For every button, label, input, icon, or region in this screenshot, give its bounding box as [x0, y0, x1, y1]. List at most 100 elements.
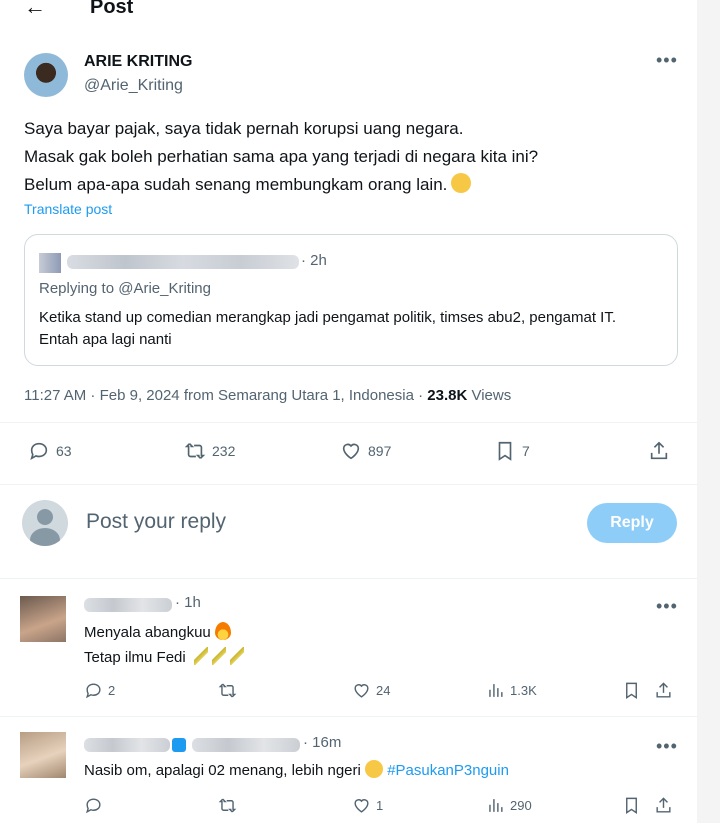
commenter-name-blurred[interactable]	[84, 598, 172, 612]
quoted-author-avatar	[39, 253, 61, 273]
repost-icon	[218, 683, 237, 698]
comment-bookmark-button[interactable]	[622, 681, 641, 700]
quoted-replying-to: Replying to @Arie_Kriting	[39, 280, 211, 297]
comment-reply-button[interactable]	[84, 796, 103, 815]
comment-line-1: Menyala abangkuu	[84, 624, 211, 641]
repost-button[interactable]: 232	[184, 440, 235, 462]
comment-time: · 16m	[303, 734, 342, 751]
comment-line-wrap: Tetap ilmu Fedi	[84, 645, 244, 670]
views-count: 23.8K	[427, 387, 468, 404]
reply-input[interactable]: Post your reply	[86, 510, 226, 534]
share-button[interactable]	[648, 440, 670, 462]
author-avatar[interactable]	[24, 53, 68, 97]
reply-icon	[30, 442, 48, 461]
comment-reply-count: 2	[108, 683, 116, 698]
post-timestamp[interactable]: 11:27 AM · Feb 9, 2024 from Semarang Uta…	[24, 387, 423, 404]
share-icon	[656, 797, 671, 813]
reply-icon	[85, 798, 101, 814]
bookmark-count: 7	[522, 443, 530, 459]
like-count: 897	[368, 443, 392, 459]
comment-line-wrap: Menyala abangkuu	[84, 620, 244, 645]
views-label: Views	[471, 387, 512, 404]
repost-count: 232	[212, 443, 236, 459]
comment-actions: 2 24 1.3K	[84, 681, 680, 703]
reply-icon	[85, 683, 101, 699]
post-line-3-wrap: Belum apa-apa sudah senang membungkam or…	[24, 171, 664, 199]
reply-button[interactable]: 63	[28, 440, 72, 462]
quoted-post-time: · 2h	[301, 252, 327, 269]
share-icon	[650, 441, 668, 460]
bookmark-icon	[626, 682, 637, 699]
like-icon	[354, 684, 369, 698]
quoted-author-name-blurred	[67, 255, 299, 269]
comment-text: Nasib om, apalagi 02 menang, lebih ngeri…	[84, 758, 509, 783]
back-arrow-icon[interactable]: ←	[24, 0, 46, 20]
current-user-avatar	[22, 500, 68, 546]
commenter-avatar[interactable]	[20, 596, 66, 642]
relieved-face-emoji-icon	[451, 173, 472, 193]
reply-count: 63	[56, 443, 72, 459]
more-icon[interactable]: •••	[656, 736, 678, 757]
comment-like-button[interactable]: 1	[352, 796, 383, 815]
comment-line-2: Tetap ilmu Fedi	[84, 649, 186, 666]
reply-submit-button[interactable]: Reply	[587, 503, 677, 543]
comment-repost-button[interactable]	[218, 681, 237, 700]
comment-reply-button[interactable]: 2	[84, 681, 115, 700]
comment-line-1: Nasib om, apalagi 02 menang, lebih ngeri	[84, 762, 361, 779]
commenter-avatar[interactable]	[20, 732, 66, 778]
verified-badge-icon	[172, 738, 186, 752]
divider	[0, 422, 697, 423]
more-icon[interactable]: •••	[656, 50, 678, 71]
comment-views-count: 290	[510, 798, 532, 813]
comment-share-button[interactable]	[654, 681, 673, 700]
fire-emoji-icon	[214, 622, 231, 640]
post-page: ← Post ARIE KRITING @Arie_Kriting ••• Sa…	[0, 0, 698, 823]
rolling-laughing-emoji-icon	[365, 760, 384, 778]
views-icon	[489, 799, 503, 812]
comment-like-button[interactable]: 24	[352, 681, 390, 700]
wheat-emoji-icon	[229, 647, 244, 665]
comment-share-button[interactable]	[654, 796, 673, 815]
like-icon	[354, 799, 369, 813]
like-button[interactable]: 897	[340, 440, 391, 462]
views-icon	[489, 684, 503, 697]
divider	[0, 578, 697, 579]
translate-post-link[interactable]: Translate post	[24, 201, 112, 217]
post-actions: 63 232 897 7	[24, 440, 674, 466]
comment-views[interactable]: 1.3K	[486, 681, 537, 700]
divider	[0, 484, 697, 485]
quoted-post[interactable]: · 2h Replying to @Arie_Kriting Ketika st…	[24, 234, 678, 366]
post-line-2: Masak gak boleh perhatian sama apa yang …	[24, 147, 539, 166]
comment-time: · 1h	[175, 594, 201, 611]
bookmark-icon	[498, 441, 512, 461]
wheat-emoji-icon	[193, 647, 208, 665]
divider	[0, 716, 697, 717]
comment-views-count: 1.3K	[510, 683, 537, 698]
comment-like-count: 24	[376, 683, 391, 698]
comment-like-count: 1	[376, 798, 384, 813]
comment-actions: 1 290	[84, 796, 680, 818]
repost-icon	[184, 443, 206, 459]
share-icon	[656, 682, 671, 698]
post-meta: 11:27 AM · Feb 9, 2024 from Semarang Uta…	[24, 387, 511, 404]
comment-bookmark-button[interactable]	[622, 796, 641, 815]
bookmark-icon	[626, 797, 637, 814]
quoted-post-text: Ketika stand up comedian merangkap jadi …	[39, 309, 617, 348]
more-icon[interactable]: •••	[656, 596, 678, 617]
bookmark-button[interactable]: 7	[494, 440, 530, 462]
comment-repost-button[interactable]	[218, 796, 237, 815]
author-handle[interactable]: @Arie_Kriting	[84, 77, 183, 95]
comment-views[interactable]: 290	[486, 796, 532, 815]
hashtag-link[interactable]: #PasukanP3nguin	[387, 762, 509, 779]
header: ← Post	[0, 0, 697, 22]
post-text: Saya bayar pajak, saya tidak pernah koru…	[24, 115, 664, 199]
window-scrollbar[interactable]	[697, 0, 720, 823]
like-icon	[342, 443, 360, 460]
commenter-name-blurred[interactable]	[84, 738, 170, 752]
comment-text: Menyala abangkuu Tetap ilmu Fedi	[84, 620, 244, 670]
post-line-3: Belum apa-apa sudah senang membungkam or…	[24, 175, 448, 194]
page-title: Post	[90, 0, 134, 18]
author-name[interactable]: ARIE KRITING	[84, 53, 192, 71]
repost-icon	[218, 798, 237, 813]
commenter-handle-blurred[interactable]	[192, 738, 300, 752]
